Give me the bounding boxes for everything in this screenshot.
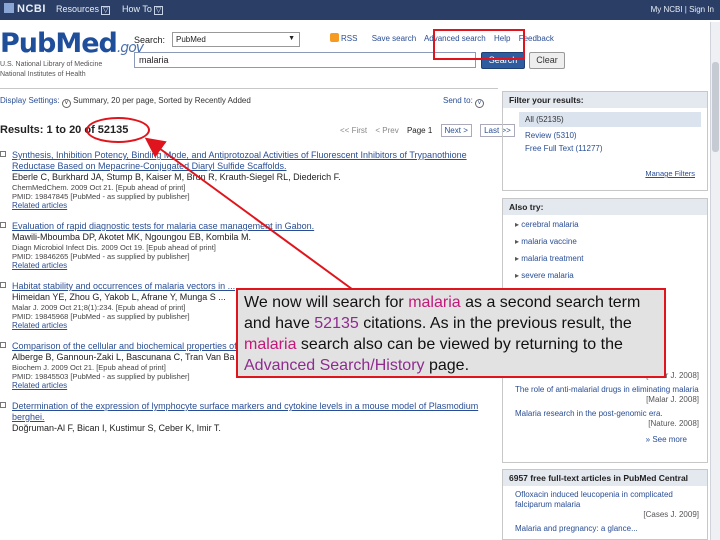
- result-checkbox[interactable]: [0, 282, 6, 288]
- result-item: Synthesis, Inhibition Potency, Binding M…: [0, 150, 490, 211]
- pmc-item[interactable]: Malaria and pregnancy: a glance...: [503, 520, 707, 534]
- result-authors: Eberle C, Burkhard JA, Stump B, Kaiser M…: [12, 172, 341, 182]
- callout-text: page.: [424, 357, 470, 374]
- resources-menu-label: Resources: [56, 4, 100, 14]
- result-checkbox[interactable]: [0, 222, 6, 228]
- related-item-title[interactable]: Malaria research in the post-genomic era…: [515, 409, 663, 418]
- filter-review[interactable]: Review (5310): [503, 127, 707, 140]
- filter-all[interactable]: All (52135): [519, 112, 701, 127]
- rss-link-label: RSS: [341, 34, 358, 43]
- nlm-subtitle: U.S. National Library of Medicine Nation…: [0, 60, 102, 80]
- display-settings[interactable]: Display Settings: v Summary, 20 per page…: [0, 96, 251, 108]
- result-pmid: PMID: 19846265 [PubMed - as supplied by …: [12, 252, 190, 261]
- prev-page-link[interactable]: < Prev: [375, 126, 398, 135]
- chevron-down-icon: v: [475, 99, 485, 108]
- manage-filters-link[interactable]: Manage Filters: [645, 169, 695, 178]
- display-summary: Summary, 20 per page, Sorted by Recently…: [73, 96, 251, 105]
- filter-panel: Filter your results: All (52135) Review …: [502, 91, 708, 191]
- callout-highlight-advanced: Advanced Search/History: [244, 357, 425, 374]
- display-settings-link[interactable]: Display Settings:: [0, 96, 60, 105]
- resources-menu[interactable]: Resources ▽: [56, 4, 111, 15]
- page-scrollbar[interactable]: [710, 22, 720, 540]
- pmc-panel: 6957 free full-text articles in PubMed C…: [502, 469, 708, 540]
- related-item-title[interactable]: The role of anti-malarial drugs in elimi…: [515, 385, 699, 394]
- related-articles-link[interactable]: Related articles: [12, 261, 490, 271]
- result-checkbox[interactable]: [0, 402, 6, 408]
- callout-highlight-malaria: malaria: [244, 336, 297, 353]
- also-try-header: Also try:: [503, 199, 707, 215]
- ncbi-topbar: NCBI Resources ▽ How To ▽ My NCBI | Sign I…: [0, 0, 720, 20]
- also-try-item[interactable]: malaria vaccine: [503, 232, 707, 249]
- filter-free-full-text[interactable]: Free Full Text (11277): [503, 140, 707, 153]
- search-input[interactable]: malaria: [134, 52, 476, 68]
- callout-text: We now will search for: [244, 294, 409, 311]
- next-page-button[interactable]: Next >: [440, 124, 472, 137]
- pubmed-logo[interactable]: PubMed.gov: [0, 28, 144, 59]
- result-checkbox[interactable]: [0, 342, 6, 348]
- result-authors: Mawili-Mboumba DP, Akotet MK, Ngoungou E…: [12, 232, 251, 242]
- related-item[interactable]: Malaria research in the post-genomic era…: [503, 405, 707, 429]
- chevron-down-icon: v: [61, 99, 71, 108]
- database-select-value: PubMed: [176, 35, 206, 44]
- page-indicator[interactable]: Page 1: [407, 126, 432, 135]
- related-item-source-text: [Malar J. 2008]: [646, 395, 699, 404]
- ncbi-logo-text: NCBI: [17, 3, 46, 15]
- result-item: Determination of the expression of lymph…: [0, 401, 490, 434]
- related-articles-link[interactable]: Related articles: [12, 201, 490, 211]
- callout-text: citations. As in the previous result, th…: [358, 315, 632, 332]
- pmc-item[interactable]: Ofloxacin induced leucopenia in complica…: [503, 486, 707, 520]
- chevron-down-icon: ▽: [153, 6, 164, 15]
- nih-line: National Institutes of Health: [0, 71, 86, 78]
- howto-menu[interactable]: How To ▽: [122, 4, 164, 15]
- related-articles-link[interactable]: Related articles: [12, 381, 490, 391]
- also-try-item[interactable]: severe malaria: [503, 266, 707, 283]
- pager: << First < Prev Page 1 Next > Last >>: [340, 124, 521, 137]
- chevron-down-icon: ▽: [101, 6, 111, 15]
- advanced-search-highlight: [433, 29, 525, 60]
- nlm-line: U.S. National Library of Medicine: [0, 61, 103, 68]
- scrollbar-thumb[interactable]: [712, 62, 719, 152]
- callout-highlight-count: 52135: [314, 315, 359, 332]
- callout-highlight-malaria: malaria: [408, 294, 461, 311]
- related-item-source-text: [Nature. 2008]: [648, 419, 699, 428]
- header-divider: [0, 88, 498, 89]
- send-to[interactable]: Send to: v: [443, 96, 485, 108]
- annotation-callout: We now will search for malaria as a seco…: [236, 288, 666, 378]
- related-item[interactable]: The role of anti-malarial drugs in elimi…: [503, 381, 707, 405]
- also-try-item[interactable]: malaria treatment: [503, 249, 707, 266]
- result-authors: Doğruman-Al F, Bican I, Kustimur S, Cebe…: [12, 423, 221, 433]
- ncbi-logo-icon: [4, 3, 14, 13]
- result-checkbox[interactable]: [0, 151, 6, 157]
- result-title[interactable]: Determination of the expression of lymph…: [12, 401, 490, 423]
- see-more-link[interactable]: » See more: [503, 429, 707, 444]
- clear-button[interactable]: Clear: [529, 52, 565, 69]
- ncbi-logo[interactable]: NCBI: [4, 3, 46, 15]
- also-try-item[interactable]: cerebral malaria: [503, 215, 707, 232]
- filter-panel-header: Filter your results:: [503, 92, 707, 108]
- result-pmid: PMID: 19847845 [PubMed - as supplied by …: [12, 192, 190, 201]
- send-to-label: Send to:: [443, 96, 473, 105]
- result-citation: Diagn Microbiol Infect Dis. 2009 Oct 19.…: [12, 243, 216, 252]
- result-item: Evaluation of rapid diagnostic tests for…: [0, 221, 490, 271]
- pmc-item-title[interactable]: Ofloxacin induced leucopenia in complica…: [515, 490, 673, 509]
- callout-text: search also can be viewed by returning t…: [296, 336, 623, 353]
- results-count-prefix: Results: 1 to 20 of: [0, 124, 98, 136]
- results-count-highlight: [86, 117, 150, 143]
- rss-icon: [330, 33, 339, 42]
- first-page-link[interactable]: << First: [340, 126, 367, 135]
- account-links[interactable]: My NCBI | Sign In: [651, 5, 714, 14]
- pmc-header: 6957 free full-text articles in PubMed C…: [503, 470, 707, 486]
- pubmed-logo-text: PubMed: [0, 28, 118, 59]
- result-title[interactable]: Evaluation of rapid diagnostic tests for…: [12, 221, 490, 232]
- result-citation: ChemMedChem. 2009 Oct 21. [Epub ahead of…: [12, 183, 186, 192]
- database-select[interactable]: PubMed ▼: [172, 32, 300, 47]
- result-title[interactable]: Synthesis, Inhibition Potency, Binding M…: [12, 150, 490, 172]
- save-search-link[interactable]: Save search: [372, 34, 416, 43]
- pmc-item-source: [Cases J. 2009]: [643, 510, 699, 519]
- rss-link[interactable]: RSS: [330, 33, 363, 43]
- howto-menu-label: How To: [122, 4, 152, 14]
- dropdown-arrow-icon: ▼: [288, 35, 295, 42]
- search-label: Search:: [134, 35, 166, 45]
